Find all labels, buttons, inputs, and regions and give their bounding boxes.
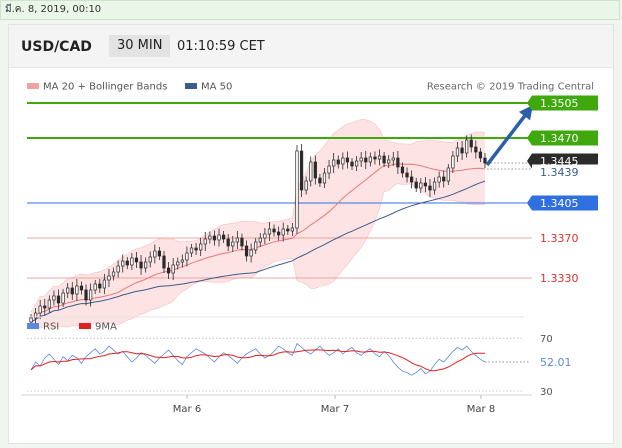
legend-swatch-rsi — [27, 323, 39, 329]
rsi-last-value: 52.01 — [540, 356, 572, 369]
legend-swatch-ma50 — [185, 83, 197, 89]
legend-ma50: MA 50 — [201, 82, 232, 93]
price-chart: 1.35051.34701.34451.34391.34051.33701.33… — [21, 82, 598, 415]
candle — [295, 145, 299, 234]
legend-rsi: RSI — [43, 322, 59, 333]
x-tick-label: Mar 6 — [173, 404, 201, 415]
research-credit: Research © 2019 Trading Central — [427, 82, 594, 93]
legend-swatch-ma20 — [27, 83, 39, 89]
legend-ma20: MA 20 + Bollinger Bands — [43, 82, 167, 93]
level-label-1.3330: 1.3330 — [540, 272, 579, 285]
rsi-tick-70: 70 — [540, 334, 553, 345]
rsi-line — [30, 342, 486, 376]
level-label-1.3505: 1.3505 — [540, 97, 579, 110]
date-bar: มี.ค. 8, 2019, 00:10 — [0, 0, 620, 20]
legend-swatch-9ma — [79, 323, 91, 329]
chart-card: USD/CAD 30 MIN 01:10:59 CET 1.3505 1.3470… — [8, 24, 614, 444]
level-label-1.3439: 1.3439 — [540, 166, 579, 179]
x-tick-label: Mar 7 — [321, 404, 349, 415]
level-label-1.3470: 1.3470 — [540, 132, 579, 145]
x-tick-label: Mar 8 — [467, 404, 495, 415]
level-label-1.3370: 1.3370 — [540, 232, 579, 245]
rsi-tick-30: 30 — [540, 387, 553, 398]
legend-9ma: 9MA — [95, 322, 117, 333]
level-label-1.3405: 1.3405 — [540, 197, 579, 210]
bollinger-band-fill — [31, 119, 485, 329]
candle — [299, 144, 304, 197]
